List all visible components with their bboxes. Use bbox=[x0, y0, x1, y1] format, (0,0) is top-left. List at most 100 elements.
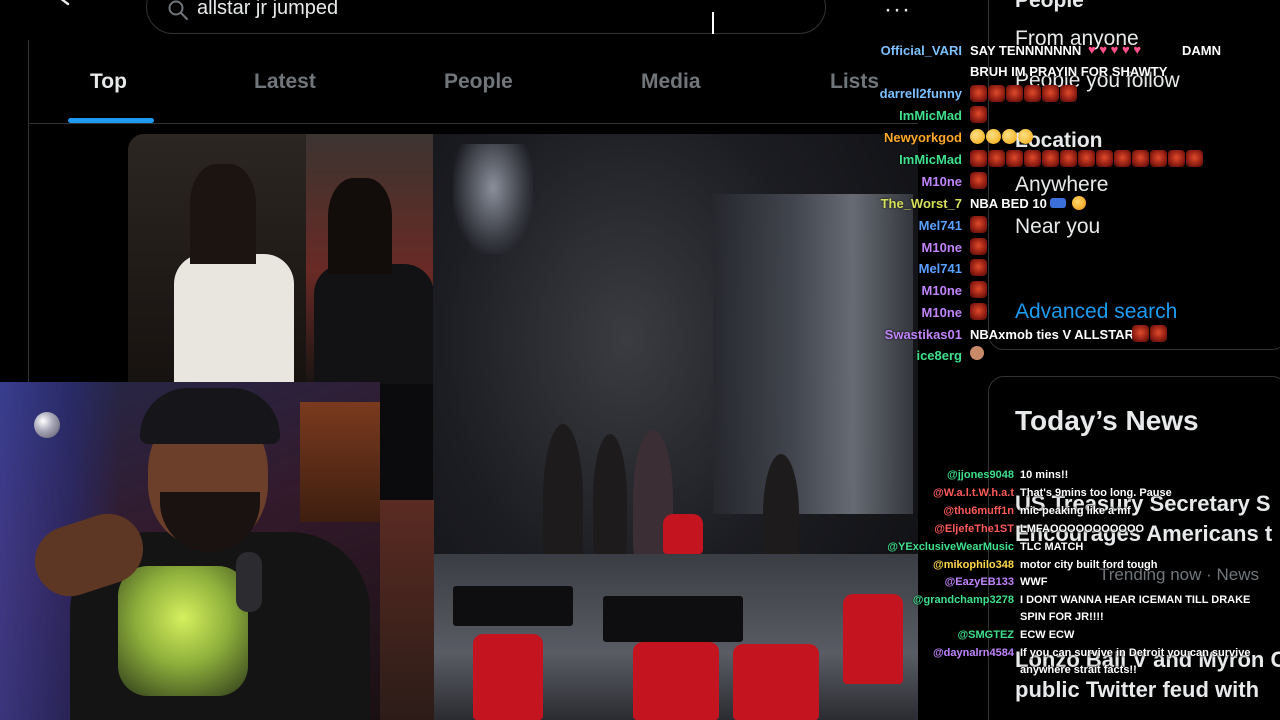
devil-emote bbox=[1150, 325, 1167, 342]
devil-emote bbox=[988, 150, 1005, 167]
chat-username: Mel741 bbox=[918, 261, 962, 276]
sleepy-emote bbox=[1072, 196, 1086, 210]
media-thumbnail-photo[interactable] bbox=[128, 134, 433, 384]
chat-username: Mel741 bbox=[918, 218, 962, 233]
devil-emote bbox=[1060, 85, 1077, 102]
face-emote bbox=[970, 106, 987, 123]
chat-message: ECW ECW bbox=[1020, 629, 1075, 641]
hand-emote bbox=[970, 346, 984, 360]
restaurant-table bbox=[453, 586, 573, 626]
screen: allstar jr jumped ··· Top Latest People … bbox=[0, 0, 1280, 720]
chat-message: I DONT WANNA HEAR ICEMAN TILL DRAKE bbox=[1020, 594, 1251, 606]
chat-username: Official_VARI bbox=[880, 43, 962, 58]
more-icon[interactable]: ··· bbox=[884, 0, 911, 24]
laughing-emote bbox=[1018, 129, 1033, 144]
chat-message: That's 9mins too long. Pause bbox=[1020, 487, 1172, 499]
text-cursor-icon bbox=[712, 12, 718, 34]
search-icon bbox=[168, 0, 188, 20]
active-tab-indicator bbox=[68, 118, 154, 123]
chat-username: M10ne bbox=[921, 240, 962, 255]
emote-row bbox=[970, 238, 987, 256]
webcam-shelf bbox=[300, 402, 380, 522]
tab-top[interactable]: Top bbox=[90, 70, 127, 94]
devil-emote bbox=[988, 85, 1005, 102]
microphone bbox=[236, 552, 262, 612]
streamer-webcam bbox=[0, 382, 380, 720]
laughing-emote bbox=[986, 129, 1001, 144]
devil-emote bbox=[1132, 150, 1149, 167]
restaurant-table bbox=[603, 596, 743, 642]
face-emote bbox=[970, 172, 987, 189]
chat-message: LMFAOOOOOOOOOOO bbox=[1020, 523, 1145, 535]
red-chair bbox=[663, 514, 703, 554]
chat-message: SPIN FOR JR!!!! bbox=[1020, 611, 1104, 623]
photo-person-jacket bbox=[314, 264, 433, 384]
chandelier bbox=[453, 144, 533, 254]
photo-person-shirt bbox=[174, 254, 294, 384]
chat-message: motor city built ford tough bbox=[1020, 559, 1158, 571]
devil-emote bbox=[1186, 150, 1203, 167]
face-emote bbox=[970, 216, 987, 233]
media-video-frame[interactable] bbox=[433, 134, 918, 720]
laughing-emote bbox=[970, 129, 985, 144]
chat-username: @YExclusiveWearMusic bbox=[887, 541, 1014, 553]
chat-username: ImMicMad bbox=[899, 152, 962, 167]
news-story-title[interactable]: public Twitter feud with bbox=[1015, 677, 1259, 703]
disco-ball bbox=[34, 412, 60, 438]
face-emote bbox=[970, 303, 987, 320]
devil-emote bbox=[1132, 325, 1149, 342]
devil-emote bbox=[1096, 150, 1113, 167]
shirt-graphic bbox=[118, 566, 248, 696]
search-input[interactable]: allstar jr jumped bbox=[146, 0, 826, 34]
emote-row bbox=[970, 303, 987, 321]
tab-latest[interactable]: Latest bbox=[254, 70, 316, 94]
media-strip bbox=[380, 500, 434, 720]
chat-message: If you can survive in Detroit you can su… bbox=[1020, 647, 1251, 659]
devil-emote bbox=[1150, 150, 1167, 167]
chat-username: @mikophilo348 bbox=[932, 559, 1014, 571]
chat-username: @W.a.l.t.W.h.a.t bbox=[932, 487, 1014, 499]
devil-emote bbox=[1006, 85, 1023, 102]
chat-username: M10ne bbox=[921, 305, 962, 320]
emote-row bbox=[970, 106, 987, 124]
chat-message: SAY TENNNNNNN bbox=[970, 43, 1082, 58]
face-emote bbox=[970, 281, 987, 298]
chat-username: ImMicMad bbox=[899, 108, 962, 123]
emote-row bbox=[970, 259, 987, 277]
chat-username: Swastikas01 bbox=[884, 327, 962, 342]
filter-people-heading: People bbox=[1015, 0, 1084, 12]
chat-message: TLC MATCH bbox=[1020, 541, 1084, 553]
chat-message: 10 mins!! bbox=[1020, 469, 1069, 481]
red-chair bbox=[633, 642, 719, 720]
chat-message: DAMN bbox=[1182, 43, 1221, 58]
devil-emote bbox=[1042, 150, 1059, 167]
emote-row bbox=[970, 172, 987, 190]
crowd-figure bbox=[543, 424, 583, 574]
back-arrow-icon[interactable] bbox=[54, 0, 86, 16]
tab-people[interactable]: People bbox=[444, 70, 513, 94]
devil-emote bbox=[970, 150, 987, 167]
chat-username: @grandchamp3278 bbox=[912, 594, 1014, 606]
chat-username: @EazyEB133 bbox=[944, 576, 1014, 588]
news-heading: Today’s News bbox=[1015, 405, 1199, 436]
chat-message: BRUH IM PRAYIN FOR SHAWTY bbox=[970, 64, 1168, 79]
face-emote bbox=[970, 238, 987, 255]
red-chair bbox=[733, 644, 819, 720]
bed-emote bbox=[1050, 198, 1066, 208]
emote-row bbox=[970, 150, 1203, 168]
chat-username: M10ne bbox=[921, 283, 962, 298]
search-tabs: Top Latest People Media Lists bbox=[28, 40, 918, 124]
search-query[interactable]: allstar jr jumped bbox=[197, 0, 338, 20]
devil-emote bbox=[1006, 150, 1023, 167]
chat-username: ice8erg bbox=[916, 348, 962, 363]
chat-username: @daynalrn4584 bbox=[932, 647, 1014, 659]
emote-row bbox=[970, 216, 987, 234]
heart-emote: ♥ ♥ ♥ ♥ ♥ bbox=[1088, 42, 1142, 57]
chat-username: Newyorkgod bbox=[883, 130, 962, 145]
emote-row bbox=[970, 281, 987, 299]
devil-emote bbox=[1042, 85, 1059, 102]
emote-row bbox=[1132, 325, 1167, 343]
devil-emote bbox=[1168, 150, 1185, 167]
chat-username: @jjones9048 bbox=[947, 469, 1014, 481]
tab-media[interactable]: Media bbox=[641, 70, 701, 94]
